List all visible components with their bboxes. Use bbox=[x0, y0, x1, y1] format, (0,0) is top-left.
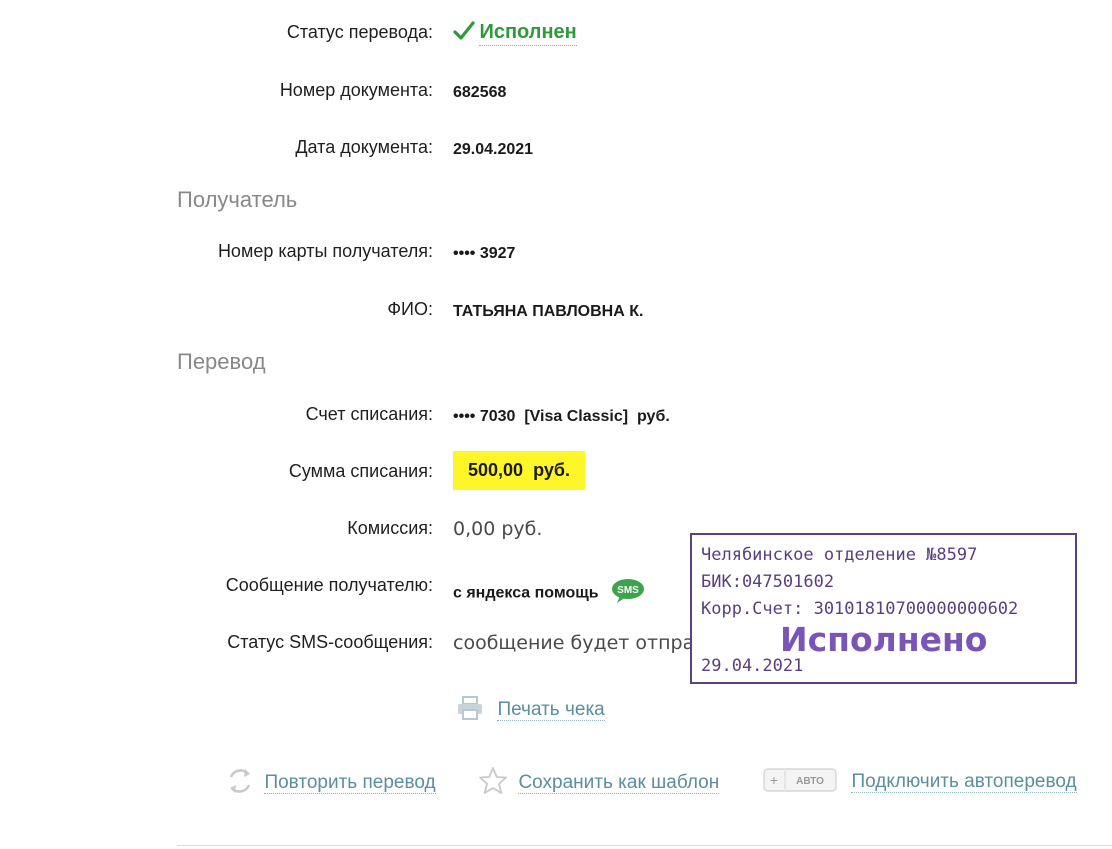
commission-value: 0,00 руб. bbox=[453, 518, 543, 540]
repeat-transfer-label[interactable]: Повторить перевод bbox=[264, 771, 436, 794]
sms-icon: SMS bbox=[611, 578, 645, 609]
message-value: с яндекса помощь SMS bbox=[453, 578, 645, 609]
document-date-label: Дата документа: bbox=[295, 137, 433, 157]
document-date: 29.04.2021 bbox=[453, 141, 534, 158]
svg-text:+: + bbox=[770, 772, 778, 788]
bank-stamp: Челябинское отделение №8597 БИК:04750160… bbox=[690, 533, 1077, 684]
print-receipt-label[interactable]: Печать чека bbox=[497, 698, 605, 721]
document-number-label: Номер документа: bbox=[279, 80, 433, 100]
status-label: Статус перевода: bbox=[286, 22, 433, 42]
recipient-card-label: Номер карты получателя: bbox=[217, 241, 433, 261]
commission-label: Комиссия: bbox=[347, 518, 433, 538]
repeat-icon bbox=[226, 766, 254, 801]
stamp-corr-account: Корр.Счет: 30101810700000000602 bbox=[701, 599, 1019, 619]
auto-icon: + АВТО bbox=[763, 766, 837, 799]
debit-amount: 500,00 руб. bbox=[453, 451, 585, 490]
message-text: с яндекса помощь bbox=[453, 584, 599, 602]
repeat-transfer-link[interactable]: Повторить перевод bbox=[226, 766, 436, 801]
amount-label: Сумма списания: bbox=[288, 461, 433, 481]
check-icon bbox=[453, 20, 475, 47]
svg-text:SMS: SMS bbox=[617, 585, 639, 596]
recipient-name: ТАТЬЯНА ПАВЛОВНА К. bbox=[453, 303, 644, 320]
recipient-card: •••• 3927 bbox=[453, 245, 516, 262]
auto-transfer-label[interactable]: Подключить автоперевод bbox=[851, 770, 1077, 793]
stamp-date: 29.04.2021 bbox=[701, 656, 804, 676]
message-label: Сообщение получателю: bbox=[225, 575, 433, 595]
star-icon bbox=[478, 766, 508, 801]
debit-account: •••• 7030 [Visa Classic] руб. bbox=[453, 408, 670, 425]
bottom-divider bbox=[177, 845, 1112, 846]
printer-icon bbox=[457, 696, 483, 725]
status-value: Исполнен bbox=[453, 20, 577, 47]
svg-text:АВТО: АВТО bbox=[796, 776, 824, 787]
auto-transfer-link[interactable]: + АВТО Подключить автоперевод bbox=[763, 766, 1077, 799]
status-text: Исполнен bbox=[479, 20, 577, 46]
section-recipient: Получатель bbox=[177, 187, 298, 212]
save-template-label[interactable]: Сохранить как шаблон bbox=[518, 771, 720, 794]
account-label: Счет списания: bbox=[305, 404, 433, 424]
document-number: 682568 bbox=[453, 84, 507, 101]
stamp-executed: Исполнено bbox=[780, 620, 988, 659]
stamp-branch: Челябинское отделение №8597 bbox=[701, 545, 978, 565]
stamp-bik: БИК:047501602 bbox=[701, 572, 835, 592]
sms-status-label: Статус SMS-сообщения: bbox=[227, 632, 433, 652]
section-transfer: Перевод bbox=[177, 349, 266, 374]
print-receipt-link[interactable]: Печать чека bbox=[457, 696, 605, 725]
recipient-name-label: ФИО: bbox=[387, 299, 433, 319]
save-template-link[interactable]: Сохранить как шаблон bbox=[478, 766, 720, 801]
